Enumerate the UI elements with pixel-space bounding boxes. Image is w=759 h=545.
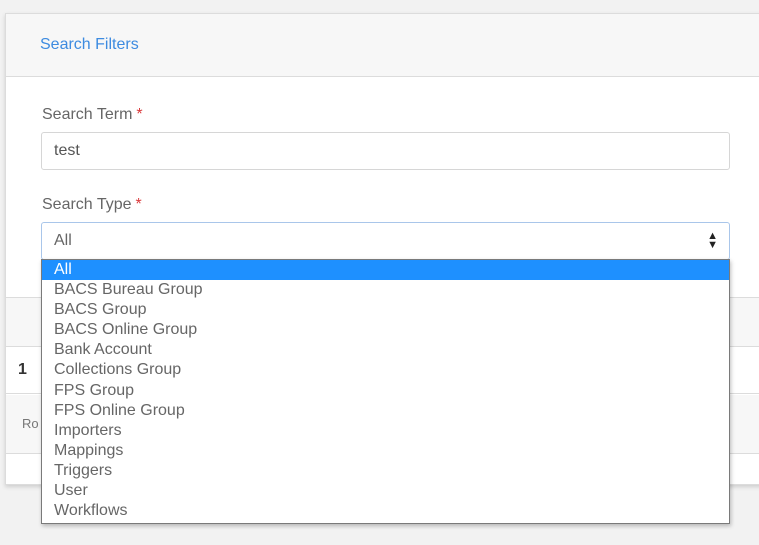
search-term-label: Search Term *	[42, 106, 143, 124]
dropdown-option[interactable]: User	[42, 481, 729, 501]
search-type-dropdown-list[interactable]: All BACS Bureau Group BACS Group BACS Onlin…	[41, 259, 730, 524]
card-header: Search Filters	[6, 14, 759, 77]
dropdown-option[interactable]: FPS Online Group	[42, 401, 729, 421]
card-title[interactable]: Search Filters	[40, 36, 139, 54]
search-term-label-text: Search Term	[42, 106, 133, 123]
search-type-selected-value: All	[54, 232, 72, 249]
required-asterisk: *	[135, 196, 142, 213]
page: Search Filters Search Term * Search Type *…	[0, 0, 759, 545]
dropdown-option[interactable]: Importers	[42, 421, 729, 441]
dropdown-option[interactable]: BACS Group	[42, 300, 729, 320]
dropdown-option[interactable]: All	[42, 260, 729, 281]
search-type-select[interactable]: All ▲ ▼	[41, 222, 730, 260]
required-asterisk: *	[136, 106, 143, 123]
dropdown-option[interactable]: BACS Bureau Group	[42, 280, 729, 300]
sort-arrows-icon: ▲ ▼	[707, 230, 718, 251]
dropdown-option[interactable]: FPS Group	[42, 381, 729, 401]
footer-text: Ro	[22, 416, 39, 431]
dropdown-option[interactable]: Bank Account	[42, 340, 729, 360]
dropdown-option[interactable]: Triggers	[42, 461, 729, 481]
search-type-label: Search Type *	[42, 196, 142, 214]
dropdown-option[interactable]: BACS Online Group	[42, 320, 729, 340]
row-cell: 1	[18, 361, 27, 378]
search-term-input[interactable]	[41, 132, 730, 170]
search-type-label-text: Search Type	[42, 196, 132, 213]
dropdown-option[interactable]: Workflows	[42, 501, 729, 521]
dropdown-option[interactable]: Collections Group	[42, 360, 729, 380]
dropdown-option[interactable]: Mappings	[42, 441, 729, 461]
